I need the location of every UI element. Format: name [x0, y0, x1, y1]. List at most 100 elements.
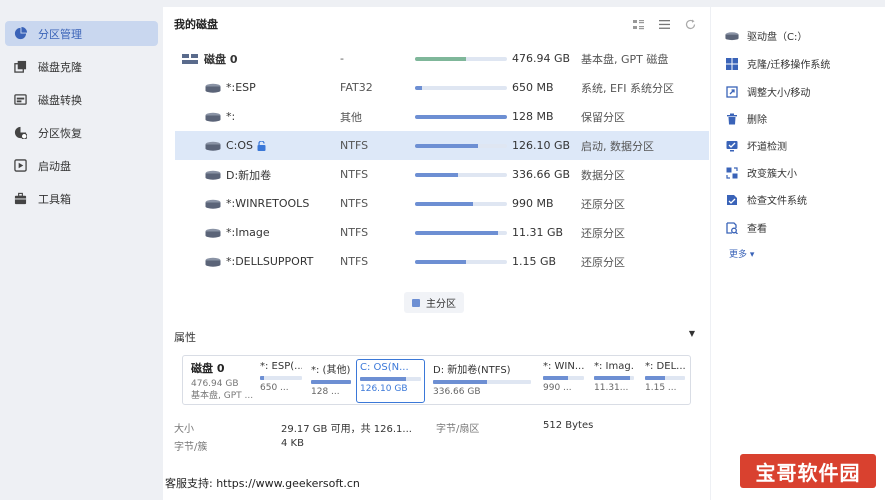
legend-swatch — [412, 298, 420, 307]
disk-map-partition[interactable]: *: DEL... 1.15 ... — [642, 359, 688, 403]
partition-name: *:WINRETOOLS — [226, 197, 310, 210]
size-value: 29.17 GB 可用，共 126.1... — [281, 424, 412, 435]
list-view-icon[interactable] — [658, 18, 670, 30]
watermark-logo: 宝哥软件园 — [740, 454, 876, 488]
action-drive: 驱动盘（C:） — [725, 28, 807, 43]
recover-icon — [13, 126, 27, 140]
usage-fill — [415, 201, 473, 206]
usage-bar — [415, 56, 507, 61]
size-label: 大小 — [174, 424, 194, 435]
sidebar-item-partition-recovery[interactable]: 分区恢复 — [5, 120, 158, 145]
disk-map-partition[interactable]: *: WIN... 990 ... — [540, 359, 587, 403]
disk-row[interactable]: 磁盘 0 - 476.94 GB 基本盘, GPT 磁盘 — [175, 44, 709, 73]
partition-fs: NTFS — [340, 226, 369, 239]
disk-map-partition-selected[interactable]: C: OS(N... 126.10 GB — [356, 359, 425, 403]
partition-name: *:DELLSUPPORT — [226, 255, 314, 268]
partition-row[interactable]: D:新加卷 NTFS 336.66 GB 数据分区 — [175, 160, 709, 189]
action-check-filesystem[interactable]: 检查文件系统 — [725, 192, 807, 207]
usage-fill — [415, 143, 478, 148]
disk-map-usage-fill — [433, 380, 487, 384]
partition-type: 还原分区 — [581, 255, 625, 269]
trash-icon — [725, 113, 739, 125]
sidebar-item-label: 分区恢复 — [38, 126, 82, 140]
sidebar-item-disk-convert[interactable]: 磁盘转换 — [5, 87, 158, 112]
usage-bar — [415, 201, 507, 206]
page-title: 我的磁盘 — [174, 18, 218, 31]
disk-size: 476.94 GB — [512, 52, 571, 65]
partition-size: 126.10 GB — [512, 139, 571, 152]
hard-drive-icon — [205, 83, 221, 93]
support-text: 客服支持: https://www.geekersoft.cn — [165, 477, 360, 490]
action-bad-sector-check[interactable]: 坏道检测 — [725, 138, 787, 153]
partition-row[interactable]: *:DELLSUPPORT NTFS 1.15 GB 还原分区 — [175, 247, 709, 276]
action-view[interactable]: 查看 — [725, 220, 767, 235]
disk-map-usage-bar — [433, 380, 531, 384]
disk-map-disk-type: 基本盘, GPT ... — [191, 391, 254, 401]
disk-map: 磁盘 0 476.94 GB 基本盘, GPT ... *: ESP(... 6… — [182, 355, 691, 405]
usage-fill — [415, 85, 423, 90]
refresh-icon[interactable] — [684, 18, 696, 30]
disk-map-partition[interactable]: *: (其他) 128 ... — [308, 359, 354, 403]
disk-map-usage-bar — [594, 376, 634, 380]
disk-map-usage-fill — [360, 377, 406, 381]
partition-row[interactable]: *:ESP FAT32 650 MB 系统, EFI 系统分区 — [175, 73, 709, 102]
partition-row-selected[interactable]: C:OS NTFS 126.10 GB 启动, 数据分区 — [175, 131, 709, 160]
disk-map-disk[interactable]: 磁盘 0 476.94 GB 基本盘, GPT ... — [191, 360, 253, 402]
partition-fs: NTFS — [340, 197, 369, 210]
sidebar-item-label: 分区管理 — [38, 27, 82, 41]
hard-drive-icon — [205, 199, 221, 209]
partition-row[interactable]: *:Image NTFS 11.31 GB 还原分区 — [175, 218, 709, 247]
disk-map-partition-label: *: WIN... — [543, 361, 584, 372]
action-label: 改变簇大小 — [747, 169, 797, 180]
disk-map-usage-bar — [260, 376, 302, 380]
partition-type: 保留分区 — [581, 110, 625, 124]
partition-name: C:OS — [226, 139, 254, 152]
disk-map-usage-bar — [645, 376, 685, 380]
action-clone-os[interactable]: 克隆/迁移操作系统 — [725, 56, 830, 71]
hard-drive-icon — [205, 228, 221, 238]
action-resize-move[interactable]: 调整大小/移动 — [725, 84, 810, 99]
actions-panel: 驱动盘（C:） 克隆/迁移操作系统 调整大小/移动 删除 坏道检测 改变簇大小 — [711, 7, 885, 500]
disk-map-usage-bar — [360, 377, 421, 381]
partition-type: 数据分区 — [581, 168, 625, 182]
hard-drive-icon — [205, 257, 221, 267]
disk-map-partition[interactable]: D: 新加卷(NTFS) 336.66 GB — [430, 359, 534, 403]
action-change-cluster-size[interactable]: 改变簇大小 — [725, 165, 797, 180]
partition-name: *:ESP — [226, 81, 256, 94]
usage-bar — [415, 143, 507, 148]
partition-fs: NTFS — [340, 255, 369, 268]
sidebar-item-disk-clone[interactable]: 磁盘克隆 — [5, 54, 158, 79]
sidebar-item-toolbox[interactable]: 工具箱 — [5, 186, 158, 211]
usage-fill — [415, 230, 498, 235]
disk-map-partition-size: 126.10 GB — [360, 384, 408, 394]
usage-fill — [415, 259, 466, 264]
sidebar-item-partition-management[interactable]: 分区管理 — [5, 21, 158, 46]
usage-bar — [415, 230, 507, 235]
collapse-triangle-icon[interactable]: ▼ — [689, 329, 695, 338]
drive-icon — [725, 30, 739, 42]
partition-row[interactable]: *:WINRETOOLS NTFS 990 MB 还原分区 — [175, 189, 709, 218]
partition-size: 336.66 GB — [512, 168, 571, 181]
sidebar-item-label: 磁盘克隆 — [38, 60, 82, 74]
partition-fs: 其他 — [340, 110, 362, 124]
disk-map-usage-bar — [311, 380, 351, 384]
partition-row[interactable]: *: 其他 128 MB 保留分区 — [175, 102, 709, 131]
pie-chart-icon — [13, 27, 27, 41]
support-footer: 客服支持: https://www.geekersoft.cn — [165, 475, 360, 491]
hard-drive-icon — [205, 170, 221, 180]
sidebar-item-label: 工具箱 — [38, 192, 71, 206]
disk-map-partition[interactable]: *: Imag... 11.31... — [591, 359, 637, 403]
grid-view-icon[interactable] — [632, 18, 644, 30]
partition-type: 系统, EFI 系统分区 — [581, 81, 675, 95]
disk-map-partition-size: 990 ... — [543, 383, 572, 393]
partition-fs: NTFS — [340, 139, 369, 152]
action-label: 检查文件系统 — [747, 196, 807, 207]
disk-map-partition-label: C: OS(N... — [360, 362, 409, 373]
clone-icon — [13, 60, 27, 74]
disk-map-partition-size: 11.31... — [594, 383, 629, 393]
sidebar-item-boot-disk[interactable]: 启动盘 — [5, 153, 158, 178]
action-delete[interactable]: 删除 — [725, 111, 767, 126]
more-actions-link[interactable]: 更多 ▾ — [729, 247, 754, 260]
action-label: 坏道检测 — [747, 142, 787, 153]
disk-map-partition[interactable]: *: ESP(... 650 ... — [257, 359, 305, 403]
